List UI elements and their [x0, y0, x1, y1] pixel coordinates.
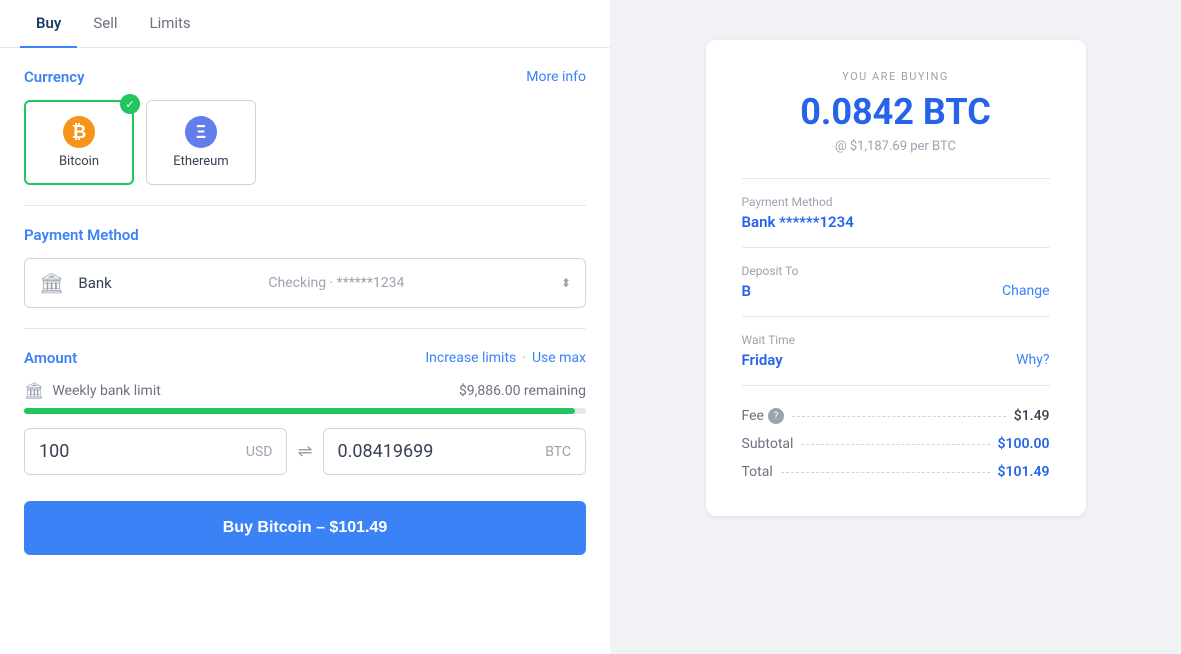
- summary-header: YOU ARE BUYING 0.0842 BTC @ $1,187.69 pe…: [742, 70, 1050, 154]
- summary-divider-2: [742, 247, 1050, 248]
- increase-limits-link[interactable]: Increase limits: [425, 350, 516, 366]
- deposit-to-value: B Change: [742, 282, 1050, 300]
- weekly-limit-label: Weekly bank limit: [52, 383, 161, 399]
- limit-remaining: $9,886.00 remaining: [459, 383, 586, 399]
- amount-header: Amount Increase limits · Use max: [24, 349, 586, 367]
- currency-title: Currency: [24, 68, 85, 86]
- currency-card-bitcoin[interactable]: ✓ ₿ Bitcoin: [24, 100, 134, 185]
- btc-input-box: BTC: [323, 428, 586, 475]
- fee-row: Fee ? $1.49: [742, 402, 1050, 430]
- wait-time-row: Wait Time Friday Why?: [742, 333, 1050, 369]
- payment-title: Payment Method: [24, 226, 139, 244]
- tab-sell[interactable]: Sell: [77, 0, 133, 48]
- summary-divider-4: [742, 385, 1050, 386]
- ethereum-label: Ethereum: [173, 154, 228, 169]
- fee-label: Fee ?: [742, 408, 784, 424]
- bitcoin-label: Bitcoin: [59, 154, 99, 169]
- buy-button[interactable]: Buy Bitcoin – $101.49: [24, 501, 586, 555]
- wait-time-value: Friday Why?: [742, 351, 1050, 369]
- selected-check-icon: ✓: [120, 94, 140, 114]
- tabs: Buy Sell Limits: [0, 0, 610, 48]
- total-row: Total $101.49: [742, 458, 1050, 486]
- bank-icon: 🏛: [39, 271, 64, 295]
- subtotal-row: Subtotal $100.00: [742, 430, 1050, 458]
- btc-input[interactable]: [338, 441, 478, 462]
- payment-method-value: Bank ******1234: [742, 213, 1050, 231]
- tab-buy[interactable]: Buy: [20, 0, 77, 48]
- amount-section: Amount Increase limits · Use max 🏛 Weekl…: [0, 329, 610, 485]
- change-link[interactable]: Change: [1002, 283, 1049, 299]
- deposit-to-label: Deposit To: [742, 264, 1050, 278]
- summary-divider-3: [742, 316, 1050, 317]
- btc-amount-display: 0.0842 BTC: [742, 91, 1050, 133]
- bank-detail: Checking · ******1234: [268, 275, 404, 291]
- more-info-link[interactable]: More info: [526, 69, 586, 85]
- payment-left: 🏛 Bank: [39, 271, 112, 295]
- btc-price-display: @ $1,187.69 per BTC: [742, 139, 1050, 154]
- subtotal-label: Subtotal: [742, 436, 794, 452]
- fee-help-icon[interactable]: ?: [768, 408, 784, 424]
- chevron-icon: ⬍: [561, 276, 571, 290]
- fee-dots: [792, 416, 1006, 417]
- subtotal-dots: [801, 444, 989, 445]
- summary-card: YOU ARE BUYING 0.0842 BTC @ $1,187.69 pe…: [706, 40, 1086, 516]
- amount-inputs: USD ⇌ BTC: [24, 428, 586, 475]
- btc-currency: BTC: [545, 444, 571, 460]
- usd-currency: USD: [246, 444, 273, 460]
- you-are-buying-label: YOU ARE BUYING: [742, 70, 1050, 83]
- total-value: $101.49: [998, 464, 1050, 480]
- progress-bar-container: [24, 408, 586, 414]
- subtotal-value: $100.00: [998, 436, 1050, 452]
- why-link[interactable]: Why?: [1016, 352, 1049, 368]
- payment-selector[interactable]: 🏛 Bank Checking · ******1234 ⬍: [24, 258, 586, 308]
- currency-card-ethereum[interactable]: Ξ Ethereum: [146, 100, 256, 185]
- right-panel: YOU ARE BUYING 0.0842 BTC @ $1,187.69 pe…: [610, 0, 1181, 654]
- amount-title: Amount: [24, 349, 77, 367]
- bitcoin-icon: ₿: [63, 116, 95, 148]
- ethereum-icon: Ξ: [185, 116, 217, 148]
- swap-icon: ⇌: [297, 441, 312, 462]
- tab-limits[interactable]: Limits: [134, 0, 207, 48]
- separator: ·: [522, 350, 526, 366]
- use-max-link[interactable]: Use max: [532, 350, 586, 366]
- total-label: Total: [742, 464, 773, 480]
- summary-divider-1: [742, 178, 1050, 179]
- payment-header: Payment Method: [24, 226, 586, 244]
- usd-input-box: USD: [24, 428, 287, 475]
- currency-header: Currency More info: [24, 68, 586, 86]
- left-panel: Buy Sell Limits Currency More info ✓ ₿ B…: [0, 0, 610, 654]
- currency-section: Currency More info ✓ ₿ Bitcoin Ξ Ethereu…: [0, 48, 610, 205]
- amount-links: Increase limits · Use max: [425, 350, 586, 366]
- bank-limit-icon: 🏛: [24, 381, 44, 400]
- progress-bar-fill: [24, 408, 575, 414]
- usd-input[interactable]: [39, 441, 179, 462]
- bank-limit-row: 🏛 Weekly bank limit $9,886.00 remaining: [24, 381, 586, 400]
- deposit-to-row: Deposit To B Change: [742, 264, 1050, 300]
- wait-time-label: Wait Time: [742, 333, 1050, 347]
- payment-method-row: Payment Method Bank ******1234: [742, 195, 1050, 231]
- fee-value: $1.49: [1014, 408, 1050, 424]
- total-dots: [781, 472, 990, 473]
- payment-method-label: Payment Method: [742, 195, 1050, 209]
- currency-options: ✓ ₿ Bitcoin Ξ Ethereum: [24, 100, 586, 185]
- bank-name: Bank: [78, 274, 111, 292]
- bank-limit-left: 🏛 Weekly bank limit: [24, 381, 161, 400]
- payment-section: Payment Method 🏛 Bank Checking · ******1…: [0, 206, 610, 328]
